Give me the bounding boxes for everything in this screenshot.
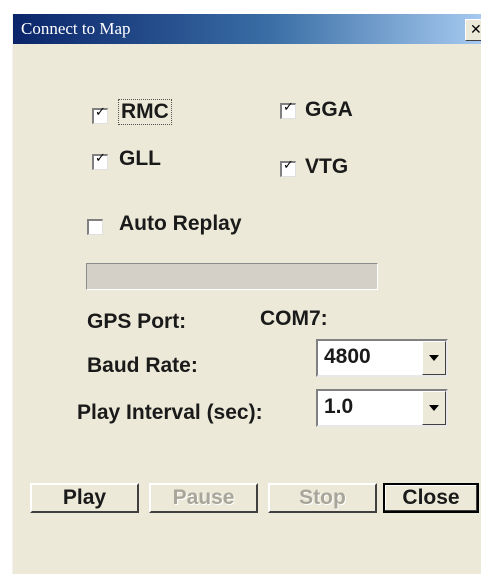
title-bar: Connect to Map ✕ <box>13 14 481 44</box>
vtg-checkbox[interactable]: ✓ <box>280 158 296 177</box>
check-icon: ✓ <box>283 100 294 115</box>
rmc-checkbox[interactable]: ✓ <box>92 105 108 124</box>
rmc-label[interactable]: RMC <box>118 99 172 125</box>
play-interval-label: Play Interval (sec): <box>77 401 263 424</box>
baud-rate-value: 4800 <box>324 345 371 368</box>
chevron-down-icon[interactable] <box>422 341 446 375</box>
close-button[interactable]: Close <box>383 483 479 513</box>
chevron-down-icon[interactable] <box>422 391 446 425</box>
baud-rate-label: Baud Rate: <box>87 354 198 377</box>
play-interval-value: 1.0 <box>324 395 354 418</box>
stop-button[interactable]: Stop <box>268 483 377 513</box>
check-icon: ✓ <box>283 158 294 173</box>
baud-rate-select[interactable]: 4800 <box>316 339 448 377</box>
play-button[interactable]: Play <box>30 483 139 513</box>
close-icon[interactable]: ✕ <box>465 19 481 41</box>
gps-port-label: GPS Port: <box>87 310 187 333</box>
gll-checkbox[interactable]: ✓ <box>92 151 108 170</box>
connect-to-map-dialog: Connect to Map ✕ ✓ RMC ✓ GGA ✓ GLL ✓ VTG… <box>12 14 481 574</box>
play-interval-select[interactable]: 1.0 <box>316 389 448 427</box>
gps-port-value: COM7: <box>260 307 328 330</box>
check-icon: ✓ <box>95 151 106 166</box>
vtg-label[interactable]: VTG <box>305 155 348 179</box>
gll-label[interactable]: GLL <box>119 147 161 171</box>
gga-label[interactable]: GGA <box>305 98 353 122</box>
check-icon: ✓ <box>95 105 106 120</box>
replay-progress-bar <box>86 263 378 290</box>
auto-replay-checkbox[interactable] <box>87 219 103 235</box>
window-title: Connect to Map <box>21 19 131 38</box>
auto-replay-label[interactable]: Auto Replay <box>119 212 242 236</box>
pause-button[interactable]: Pause <box>149 483 258 513</box>
gga-checkbox[interactable]: ✓ <box>280 100 296 119</box>
